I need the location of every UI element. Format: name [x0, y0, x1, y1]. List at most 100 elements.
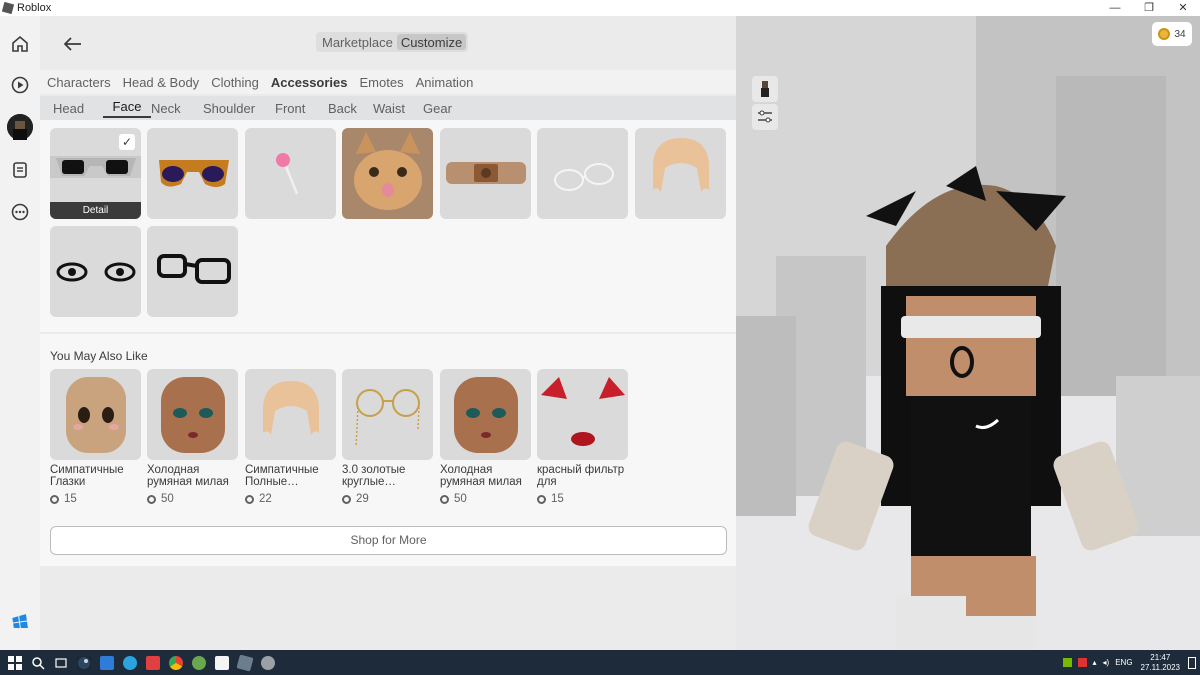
file-icon[interactable]: [215, 655, 229, 670]
volume-icon[interactable]: ◂): [1103, 658, 1110, 667]
task-view-icon[interactable]: [54, 656, 68, 670]
item-tile-bandage[interactable]: [440, 128, 531, 219]
telegram-icon[interactable]: [123, 655, 137, 670]
tray-app-icon[interactable]: [1077, 658, 1087, 667]
app-icon[interactable]: [192, 655, 206, 670]
avatar-thumbnail-button[interactable]: [752, 76, 778, 102]
rec-name: Холодная румяная милая: [440, 464, 522, 488]
rec-price: 50: [147, 493, 238, 505]
tab-marketplace[interactable]: Marketplace: [318, 34, 397, 50]
item-tile-orange-sunglasses[interactable]: [147, 128, 238, 219]
detail-button[interactable]: Detail: [50, 202, 141, 219]
subtab-face[interactable]: Face: [103, 99, 151, 118]
subcategory-tabs: Head Face Neck Shoulder Front Back Waist…: [40, 96, 736, 120]
rec-item[interactable]: красный фильтр для 15: [537, 369, 628, 505]
rec-item[interactable]: 3.0 золотые круглые… 29: [342, 369, 433, 505]
more-icon[interactable]: [8, 200, 32, 224]
customize-panel: Marketplace Customize Characters Head & …: [40, 16, 736, 650]
window-controls: — ❐ ✕: [1098, 0, 1200, 16]
rec-item[interactable]: Холодная румяная милая 50: [147, 369, 238, 505]
rec-item[interactable]: Симпатичные Глазки 15: [50, 369, 141, 505]
subtab-head[interactable]: Head: [53, 101, 103, 116]
robux-balance[interactable]: 34: [1152, 22, 1192, 46]
robux-icon: [147, 494, 156, 504]
chat-icon[interactable]: [8, 158, 32, 182]
steam-icon[interactable]: [77, 655, 91, 670]
recommendations-title: You May Also Like: [50, 349, 148, 363]
avatar-scene: [736, 16, 1200, 650]
rec-item[interactable]: Симпатичные Полные… 22: [245, 369, 336, 505]
rec-item[interactable]: Холодная румяная милая 50: [440, 369, 531, 505]
subtab-waist[interactable]: Waist: [373, 101, 423, 116]
clock[interactable]: 21:47 27.11.2023: [1141, 653, 1180, 673]
maximize-button[interactable]: ❐: [1132, 0, 1166, 16]
robux-icon: [342, 494, 351, 504]
minimize-button[interactable]: —: [1098, 0, 1132, 16]
recommendations-section: You May Also Like Симпатичные Глазки 15 …: [40, 334, 736, 566]
subtab-gear[interactable]: Gear: [423, 101, 473, 116]
roblox-taskbar-icon[interactable]: [236, 653, 254, 672]
windows-logo-icon[interactable]: [8, 610, 32, 634]
avatar[interactable]: [7, 114, 33, 140]
rec-name: 3.0 золотые круглые…: [342, 464, 406, 488]
rec-thumb-makeup-face: [147, 369, 238, 460]
rec-name: Симпатичные Полные…: [245, 464, 319, 488]
wifi-icon[interactable]: ▴: [1093, 658, 1097, 667]
robux-icon: [537, 494, 546, 504]
item-tile-white-sunglasses[interactable]: ✓ Detail: [50, 128, 141, 219]
item-tile-blonde-bangs[interactable]: [635, 128, 726, 219]
subtab-shoulder[interactable]: Shoulder: [203, 101, 275, 116]
home-icon[interactable]: [8, 32, 32, 56]
tab-animation[interactable]: Animation: [416, 75, 474, 90]
chrome-icon[interactable]: [169, 655, 183, 670]
roblox-studio-icon[interactable]: [261, 655, 275, 670]
avatar-viewport[interactable]: 34: [736, 16, 1200, 650]
rec-price: 15: [537, 493, 628, 505]
search-icon[interactable]: [31, 656, 45, 670]
item-tile-spiky-eyelashes[interactable]: [50, 226, 141, 317]
rec-price: 15: [50, 493, 141, 505]
tab-accessories[interactable]: Accessories: [271, 75, 348, 90]
zoom-icon[interactable]: [100, 655, 114, 670]
shop-for-more-button[interactable]: Shop for More: [50, 526, 727, 555]
accessory-grid: ✓ Detail: [40, 120, 736, 332]
category-tabs: Characters Head & Body Clothing Accessor…: [40, 70, 736, 94]
tab-clothing[interactable]: Clothing: [211, 75, 259, 90]
item-tile-cat-photo[interactable]: [342, 128, 433, 219]
item-tile-black-glasses[interactable]: [147, 226, 238, 317]
tab-customize[interactable]: Customize: [396, 34, 467, 50]
back-arrow-icon[interactable]: [63, 34, 82, 57]
tab-head-body[interactable]: Head & Body: [123, 75, 200, 90]
title-bar: Roblox — ❐ ✕: [0, 0, 1200, 16]
mode-switch: Marketplace Customize: [316, 32, 469, 52]
robux-icon: [245, 494, 254, 504]
rec-thumb-cute-eyes: [50, 369, 141, 460]
rec-thumb-red-ears: [537, 369, 628, 460]
rec-name: красный фильтр для: [537, 464, 625, 488]
play-icon[interactable]: [8, 73, 32, 97]
windows-start-icon[interactable]: [8, 655, 22, 670]
notifications-icon[interactable]: [1188, 656, 1196, 669]
tab-characters[interactable]: Characters: [47, 75, 111, 90]
nvidia-icon[interactable]: [1062, 658, 1072, 667]
selected-check-icon: ✓: [119, 134, 135, 150]
subtab-neck[interactable]: Neck: [151, 101, 203, 116]
rec-price: 22: [245, 493, 336, 505]
tab-emotes[interactable]: Emotes: [360, 75, 404, 90]
close-button[interactable]: ✕: [1166, 0, 1200, 16]
windows-taskbar: ▴ ◂) ENG 21:47 27.11.2023: [0, 650, 1200, 675]
subtab-front[interactable]: Front: [275, 101, 328, 116]
subtab-back[interactable]: Back: [328, 101, 373, 116]
robux-coin-icon: [1158, 28, 1171, 40]
item-tile-lollipop[interactable]: [245, 128, 336, 219]
item-tile-clear-glasses[interactable]: [537, 128, 628, 219]
roblox-logo-icon: [1, 1, 15, 15]
robux-icon: [440, 494, 449, 504]
video-app-icon[interactable]: [146, 655, 160, 670]
rec-thumb-blonde-bangs: [245, 369, 336, 460]
left-nav-rail: [0, 16, 40, 650]
rec-price: 29: [342, 493, 433, 505]
rec-name: Симпатичные Глазки: [50, 464, 124, 488]
sliders-icon[interactable]: [752, 104, 778, 130]
language-indicator[interactable]: ENG: [1115, 658, 1132, 667]
